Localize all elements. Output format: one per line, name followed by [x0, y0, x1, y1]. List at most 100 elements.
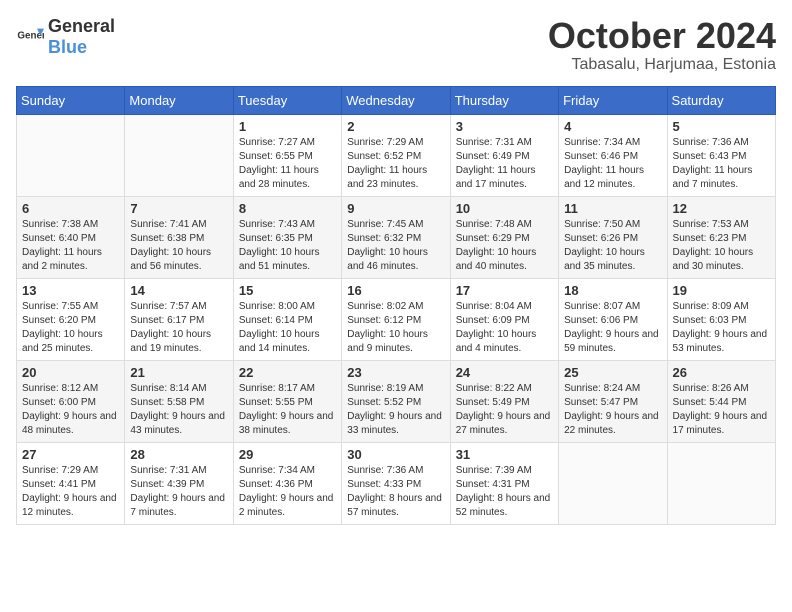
day-number: 20 [22, 365, 119, 380]
location-title: Tabasalu, Harjumaa, Estonia [548, 56, 776, 74]
day-number: 1 [239, 119, 336, 134]
day-number: 16 [347, 283, 444, 298]
day-info: Sunrise: 7:29 AMSunset: 6:52 PMDaylight:… [347, 136, 444, 192]
day-number: 7 [130, 201, 227, 216]
day-number: 28 [130, 447, 227, 462]
calendar-cell: 2 Sunrise: 7:29 AMSunset: 6:52 PMDaylight… [342, 114, 450, 196]
day-number: 21 [130, 365, 227, 380]
day-number: 29 [239, 447, 336, 462]
calendar-cell: 21Sunrise: 8:14 AMSunset: 5:58 PMDayligh… [125, 360, 233, 442]
logo: General General Blue [16, 16, 115, 58]
calendar-cell: 31 Sunrise: 7:39 AMSunset: 4:31 PMDayligh… [450, 442, 558, 524]
calendar-week-row: 13Sunrise: 7:55 AMSunset: 6:20 PMDayligh… [17, 278, 776, 360]
day-number: 23 [347, 365, 444, 380]
day-info: Sunrise: 8:26 AMSunset: 5:44 PMDaylight:… [673, 382, 770, 438]
day-number: 9 [347, 201, 444, 216]
day-info: Sunrise: 7:57 AMSunset: 6:17 PMDaylight:… [130, 300, 227, 356]
logo-general: General [48, 16, 115, 36]
calendar-cell: 16 Sunrise: 8:02 AMSunset: 6:12 PMDayligh… [342, 278, 450, 360]
calendar-cell: 27 Sunrise: 7:29 AMSunset: 4:41 PMDayligh… [17, 442, 125, 524]
calendar-cell: 13Sunrise: 7:55 AMSunset: 6:20 PMDayligh… [17, 278, 125, 360]
day-info: Sunrise: 7:48 AMSunset: 6:29 PMDaylight:… [456, 218, 553, 274]
day-info: Sunrise: 8:12 AMSunset: 6:00 PMDaylight:… [22, 382, 119, 438]
day-info: Sunrise: 7:36 AMSunset: 6:43 PMDaylight:… [673, 136, 770, 192]
calendar-cell: 19Sunrise: 8:09 AMSunset: 6:03 PMDayligh… [667, 278, 775, 360]
weekday-header: Friday [559, 86, 667, 114]
calendar-cell: 7 Sunrise: 7:41 AMSunset: 6:38 PMDaylight… [125, 196, 233, 278]
weekday-header-row: SundayMondayTuesdayWednesdayThursdayFrid… [17, 86, 776, 114]
calendar-cell: 17 Sunrise: 8:04 AMSunset: 6:09 PMDayligh… [450, 278, 558, 360]
day-number: 6 [22, 201, 119, 216]
calendar-cell: 12Sunrise: 7:53 AMSunset: 6:23 PMDayligh… [667, 196, 775, 278]
day-number: 22 [239, 365, 336, 380]
day-info: Sunrise: 8:07 AMSunset: 6:06 PMDaylight:… [564, 300, 661, 356]
day-number: 3 [456, 119, 553, 134]
calendar-cell: 20 Sunrise: 8:12 AMSunset: 6:00 PMDayligh… [17, 360, 125, 442]
day-number: 4 [564, 119, 661, 134]
calendar-cell: 5 Sunrise: 7:36 AMSunset: 6:43 PMDaylight… [667, 114, 775, 196]
day-info: Sunrise: 7:43 AMSunset: 6:35 PMDaylight:… [239, 218, 336, 274]
day-number: 10 [456, 201, 553, 216]
day-info: Sunrise: 7:34 AMSunset: 4:36 PMDaylight:… [239, 464, 336, 520]
weekday-header: Saturday [667, 86, 775, 114]
page-header: General General Blue October 2024 Tabasa… [16, 16, 776, 74]
calendar-cell: 11Sunrise: 7:50 AMSunset: 6:26 PMDayligh… [559, 196, 667, 278]
day-number: 24 [456, 365, 553, 380]
calendar-cell: 6 Sunrise: 7:38 AMSunset: 6:40 PMDaylight… [17, 196, 125, 278]
day-info: Sunrise: 7:41 AMSunset: 6:38 PMDaylight:… [130, 218, 227, 274]
day-number: 30 [347, 447, 444, 462]
weekday-header: Monday [125, 86, 233, 114]
calendar-cell: 4 Sunrise: 7:34 AMSunset: 6:46 PMDaylight… [559, 114, 667, 196]
weekday-header: Wednesday [342, 86, 450, 114]
day-number: 13 [22, 283, 119, 298]
day-number: 11 [564, 201, 661, 216]
calendar-cell: 8 Sunrise: 7:43 AMSunset: 6:35 PMDaylight… [233, 196, 341, 278]
day-number: 2 [347, 119, 444, 134]
calendar-cell: 25Sunrise: 8:24 AMSunset: 5:47 PMDayligh… [559, 360, 667, 442]
calendar-cell: 3Sunrise: 7:31 AMSunset: 6:49 PMDaylight… [450, 114, 558, 196]
day-number: 17 [456, 283, 553, 298]
calendar-cell [559, 442, 667, 524]
calendar-cell: 24 Sunrise: 8:22 AMSunset: 5:49 PMDayligh… [450, 360, 558, 442]
calendar-cell: 29 Sunrise: 7:34 AMSunset: 4:36 PMDayligh… [233, 442, 341, 524]
day-info: Sunrise: 8:02 AMSunset: 6:12 PMDaylight:… [347, 300, 444, 356]
day-number: 18 [564, 283, 661, 298]
day-number: 31 [456, 447, 553, 462]
day-info: Sunrise: 7:53 AMSunset: 6:23 PMDaylight:… [673, 218, 770, 274]
calendar-cell [667, 442, 775, 524]
day-info: Sunrise: 7:39 AMSunset: 4:31 PMDaylight:… [456, 464, 553, 520]
day-info: Sunrise: 7:31 AMSunset: 4:39 PMDaylight:… [130, 464, 227, 520]
logo-text: General Blue [48, 16, 115, 58]
day-info: Sunrise: 8:17 AMSunset: 5:55 PMDaylight:… [239, 382, 336, 438]
day-number: 14 [130, 283, 227, 298]
logo-icon: General [16, 23, 44, 51]
calendar-cell: 1Sunrise: 7:27 AMSunset: 6:55 PMDaylight… [233, 114, 341, 196]
day-info: Sunrise: 8:22 AMSunset: 5:49 PMDaylight:… [456, 382, 553, 438]
day-number: 27 [22, 447, 119, 462]
calendar-cell: 15Sunrise: 8:00 AMSunset: 6:14 PMDayligh… [233, 278, 341, 360]
day-info: Sunrise: 8:19 AMSunset: 5:52 PMDaylight:… [347, 382, 444, 438]
day-number: 26 [673, 365, 770, 380]
day-info: Sunrise: 7:36 AMSunset: 4:33 PMDaylight:… [347, 464, 444, 520]
calendar-cell: 23 Sunrise: 8:19 AMSunset: 5:52 PMDayligh… [342, 360, 450, 442]
day-number: 25 [564, 365, 661, 380]
calendar-cell: 26 Sunrise: 8:26 AMSunset: 5:44 PMDayligh… [667, 360, 775, 442]
title-block: October 2024 Tabasalu, Harjumaa, Estonia [548, 16, 776, 74]
day-number: 8 [239, 201, 336, 216]
weekday-header: Thursday [450, 86, 558, 114]
day-info: Sunrise: 7:38 AMSunset: 6:40 PMDaylight:… [22, 218, 119, 274]
day-number: 5 [673, 119, 770, 134]
day-info: Sunrise: 7:45 AMSunset: 6:32 PMDaylight:… [347, 218, 444, 274]
day-info: Sunrise: 7:34 AMSunset: 6:46 PMDaylight:… [564, 136, 661, 192]
month-title: October 2024 [548, 16, 776, 56]
day-number: 15 [239, 283, 336, 298]
calendar-cell: 10 Sunrise: 7:48 AMSunset: 6:29 PMDayligh… [450, 196, 558, 278]
calendar-cell: 14 Sunrise: 7:57 AMSunset: 6:17 PMDayligh… [125, 278, 233, 360]
calendar-cell: 22 Sunrise: 8:17 AMSunset: 5:55 PMDayligh… [233, 360, 341, 442]
day-info: Sunrise: 7:29 AMSunset: 4:41 PMDaylight:… [22, 464, 119, 520]
day-number: 19 [673, 283, 770, 298]
calendar-week-row: 6 Sunrise: 7:38 AMSunset: 6:40 PMDaylight… [17, 196, 776, 278]
calendar-week-row: 27 Sunrise: 7:29 AMSunset: 4:41 PMDayligh… [17, 442, 776, 524]
day-info: Sunrise: 8:04 AMSunset: 6:09 PMDaylight:… [456, 300, 553, 356]
calendar-week-row: 1Sunrise: 7:27 AMSunset: 6:55 PMDaylight… [17, 114, 776, 196]
